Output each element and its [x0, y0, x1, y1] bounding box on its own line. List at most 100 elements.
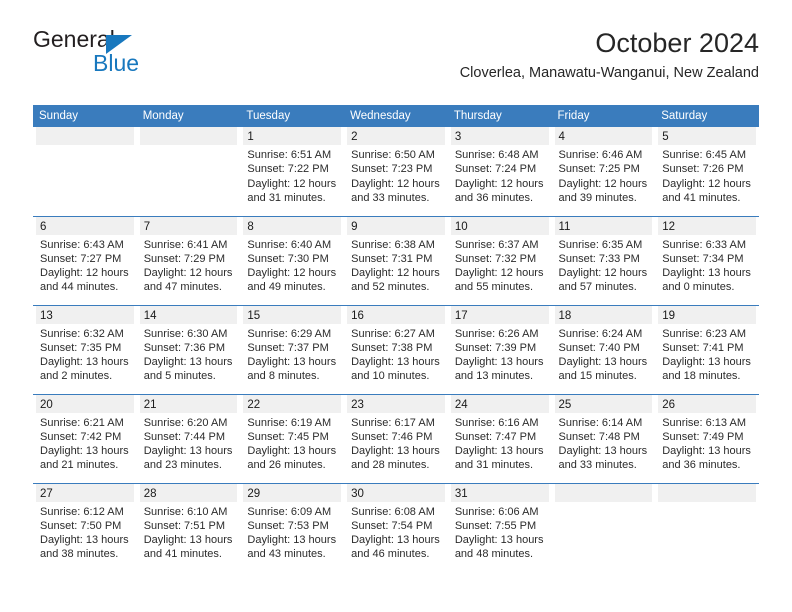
day-cell-inner: 2 Sunrise: 6:50 AM Sunset: 7:23 PM Daylight… [344, 127, 448, 216]
day-cell[interactable]: 23 Sunrise: 6:17 AM Sunset: 7:46 PM Dayligh… [344, 393, 448, 483]
logo-word-blue: Blue [93, 50, 140, 76]
day-cell-inner: 1 Sunrise: 6:51 AM Sunset: 7:22 PM Daylight… [240, 127, 344, 216]
daylight-text-line2: and 26 minutes. [247, 459, 326, 472]
daylight-text-line1: Daylight: 13 hours [40, 445, 129, 458]
day-cell[interactable]: 27 Sunrise: 6:12 AM Sunset: 7:50 PM Dayligh… [33, 482, 137, 572]
day-cell[interactable]: 9 Sunrise: 6:38 AM Sunset: 7:31 PM Daylight… [344, 215, 448, 305]
day-cell[interactable]: 18 Sunrise: 6:24 AM Sunset: 7:40 PM Dayligh… [551, 304, 656, 394]
day-number [36, 127, 134, 145]
day-number [658, 483, 756, 502]
sunset-text: Sunset: 7:37 PM [247, 341, 329, 354]
day-number: 17 [450, 305, 549, 324]
sunrise-text: Sunrise: 6:24 AM [558, 327, 643, 340]
day-info: Sunrise: 6:32 AM Sunset: 7:35 PM Daylight:… [36, 324, 134, 384]
page-header: General Blue October 2024 Cloverlea, Man… [33, 28, 759, 100]
daylight-text-line1: Daylight: 13 hours [558, 445, 648, 458]
day-cell[interactable]: 24 Sunrise: 6:16 AM Sunset: 7:47 PM Dayligh… [447, 393, 552, 483]
day-cell[interactable]: 11 Sunrise: 6:35 AM Sunset: 7:33 PM Dayligh… [551, 215, 656, 305]
day-info: Sunrise: 6:12 AM Sunset: 7:50 PM Daylight:… [36, 502, 134, 562]
day-cell[interactable]: 8 Sunrise: 6:40 AM Sunset: 7:30 PM Daylight… [240, 215, 345, 305]
day-cell-inner: 26 Sunrise: 6:13 AM Sunset: 7:49 PM Dayligh… [655, 394, 759, 483]
day-cell[interactable] [655, 482, 759, 573]
sunset-text: Sunset: 7:51 PM [143, 519, 226, 532]
day-cell[interactable] [137, 127, 241, 216]
day-info: Sunrise: 6:08 AM Sunset: 7:54 PM Daylight:… [347, 502, 445, 562]
daylight-text-line2: and 52 minutes. [351, 281, 430, 294]
day-cell[interactable]: 17 Sunrise: 6:26 AM Sunset: 7:39 PM Dayligh… [447, 304, 552, 394]
sunset-text: Sunset: 7:32 PM [454, 252, 537, 265]
daylight-text-line1: Daylight: 13 hours [351, 534, 440, 547]
day-cell[interactable]: 20 Sunrise: 6:21 AM Sunset: 7:42 PM Dayligh… [33, 393, 137, 483]
sunset-text: Sunset: 7:31 PM [351, 252, 433, 265]
day-info: Sunrise: 6:43 AM Sunset: 7:27 PM Daylight:… [36, 235, 134, 295]
daylight-text-line2: and 38 minutes. [40, 548, 119, 561]
day-cell[interactable]: 15 Sunrise: 6:29 AM Sunset: 7:37 PM Dayligh… [240, 304, 345, 394]
sunset-text: Sunset: 7:55 PM [454, 519, 537, 532]
calendar-grid: Sunday Monday Tuesday Wednesday Thursday… [33, 105, 759, 572]
daylight-text-line1: Daylight: 12 hours [247, 177, 337, 190]
day-cell[interactable]: 30 Sunrise: 6:08 AM Sunset: 7:54 PM Dayligh… [344, 482, 448, 572]
weekday-header-wednesday: Wednesday [344, 105, 448, 127]
day-info: Sunrise: 6:50 AM Sunset: 7:23 PM Daylight:… [347, 145, 445, 205]
day-cell[interactable]: 6 Sunrise: 6:43 AM Sunset: 7:27 PM Daylight… [33, 215, 137, 305]
day-cell[interactable]: 5 Sunrise: 6:45 AM Sunset: 7:26 PM Daylight… [655, 127, 759, 216]
daylight-text-line1: Daylight: 12 hours [454, 267, 544, 280]
day-cell[interactable]: 25 Sunrise: 6:14 AM Sunset: 7:48 PM Dayligh… [551, 393, 656, 483]
day-info: Sunrise: 6:14 AM Sunset: 7:48 PM Daylight:… [555, 413, 653, 473]
day-cell[interactable]: 21 Sunrise: 6:20 AM Sunset: 7:44 PM Dayligh… [136, 393, 241, 483]
daylight-text-line2: and 28 minutes. [351, 459, 430, 472]
sunset-text: Sunset: 7:38 PM [351, 341, 433, 354]
day-cell[interactable]: 22 Sunrise: 6:19 AM Sunset: 7:45 PM Dayligh… [240, 393, 345, 483]
sunset-text: Sunset: 7:40 PM [558, 341, 640, 354]
day-cell[interactable]: 3 Sunrise: 6:48 AM Sunset: 7:24 PM Daylight… [448, 127, 552, 216]
day-cell[interactable]: 16 Sunrise: 6:27 AM Sunset: 7:38 PM Dayligh… [344, 304, 448, 394]
day-cell-inner: 12 Sunrise: 6:33 AM Sunset: 7:34 PM Dayligh… [655, 216, 759, 305]
day-cell[interactable]: 13 Sunrise: 6:32 AM Sunset: 7:35 PM Dayligh… [33, 304, 137, 394]
general-blue-logo: General Blue [33, 28, 253, 84]
daylight-text-line1: Daylight: 13 hours [454, 445, 544, 458]
day-cell[interactable]: 29 Sunrise: 6:09 AM Sunset: 7:53 PM Dayligh… [240, 482, 345, 572]
daylight-text-line2: and 36 minutes. [454, 191, 534, 204]
sunrise-text: Sunrise: 6:51 AM [247, 149, 332, 161]
day-number: 28 [139, 483, 238, 502]
day-cell[interactable]: 31 Sunrise: 6:06 AM Sunset: 7:55 PM Dayligh… [447, 482, 552, 572]
daylight-text-line1: Daylight: 13 hours [143, 356, 233, 369]
day-cell[interactable]: 14 Sunrise: 6:30 AM Sunset: 7:36 PM Dayligh… [136, 304, 241, 394]
day-info: Sunrise: 6:51 AM Sunset: 7:22 PM Daylight:… [243, 145, 341, 205]
day-cell[interactable] [551, 482, 656, 572]
day-cell[interactable]: 7 Sunrise: 6:41 AM Sunset: 7:29 PM Daylight… [136, 215, 241, 305]
daylight-text-line1: Daylight: 12 hours [40, 267, 129, 280]
daylight-text-line2: and 36 minutes. [662, 459, 741, 472]
day-cell[interactable] [33, 127, 137, 216]
sunrise-text: Sunrise: 6:37 AM [454, 238, 539, 251]
day-cell-inner [655, 483, 759, 573]
day-number: 7 [139, 216, 238, 235]
day-info [658, 502, 756, 505]
day-number: 21 [139, 394, 238, 413]
daylight-text-line2: and 10 minutes. [351, 370, 430, 383]
calendar-week-row: 1 Sunrise: 6:51 AM Sunset: 7:22 PM Daylight… [33, 127, 759, 216]
day-cell[interactable]: 12 Sunrise: 6:33 AM Sunset: 7:34 PM Dayligh… [655, 215, 759, 305]
sunrise-text: Sunrise: 6:43 AM [40, 238, 124, 251]
day-cell[interactable]: 4 Sunrise: 6:46 AM Sunset: 7:25 PM Daylight… [552, 127, 656, 216]
day-number: 5 [658, 127, 756, 145]
day-cell[interactable]: 28 Sunrise: 6:10 AM Sunset: 7:51 PM Dayligh… [136, 482, 241, 572]
day-info: Sunrise: 6:16 AM Sunset: 7:47 PM Daylight:… [451, 413, 549, 473]
day-cell[interactable]: 19 Sunrise: 6:23 AM Sunset: 7:41 PM Dayligh… [655, 304, 759, 394]
day-info: Sunrise: 6:09 AM Sunset: 7:53 PM Daylight:… [243, 502, 341, 562]
day-cell[interactable]: 10 Sunrise: 6:37 AM Sunset: 7:32 PM Dayligh… [447, 215, 552, 305]
calendar-week-row: 20 Sunrise: 6:21 AM Sunset: 7:42 PM Dayligh… [33, 393, 759, 483]
day-cell[interactable]: 26 Sunrise: 6:13 AM Sunset: 7:49 PM Dayligh… [655, 393, 759, 483]
day-cell[interactable]: 1 Sunrise: 6:51 AM Sunset: 7:22 PM Daylight… [240, 127, 344, 216]
day-info: Sunrise: 6:48 AM Sunset: 7:24 PM Daylight:… [451, 145, 549, 205]
daylight-text-line2: and 47 minutes. [143, 281, 222, 294]
day-number: 29 [243, 483, 342, 502]
sunrise-text: Sunrise: 6:20 AM [143, 416, 228, 429]
daylight-text-line1: Daylight: 12 hours [247, 267, 337, 280]
day-cell[interactable]: 2 Sunrise: 6:50 AM Sunset: 7:23 PM Daylight… [344, 127, 448, 216]
sunset-text: Sunset: 7:49 PM [662, 430, 744, 443]
calendar-body: 1 Sunrise: 6:51 AM Sunset: 7:22 PM Daylight… [33, 127, 759, 572]
daylight-text-line1: Daylight: 13 hours [454, 534, 544, 547]
day-info: Sunrise: 6:21 AM Sunset: 7:42 PM Daylight:… [36, 413, 134, 473]
daylight-text-line2: and 33 minutes. [558, 459, 637, 472]
